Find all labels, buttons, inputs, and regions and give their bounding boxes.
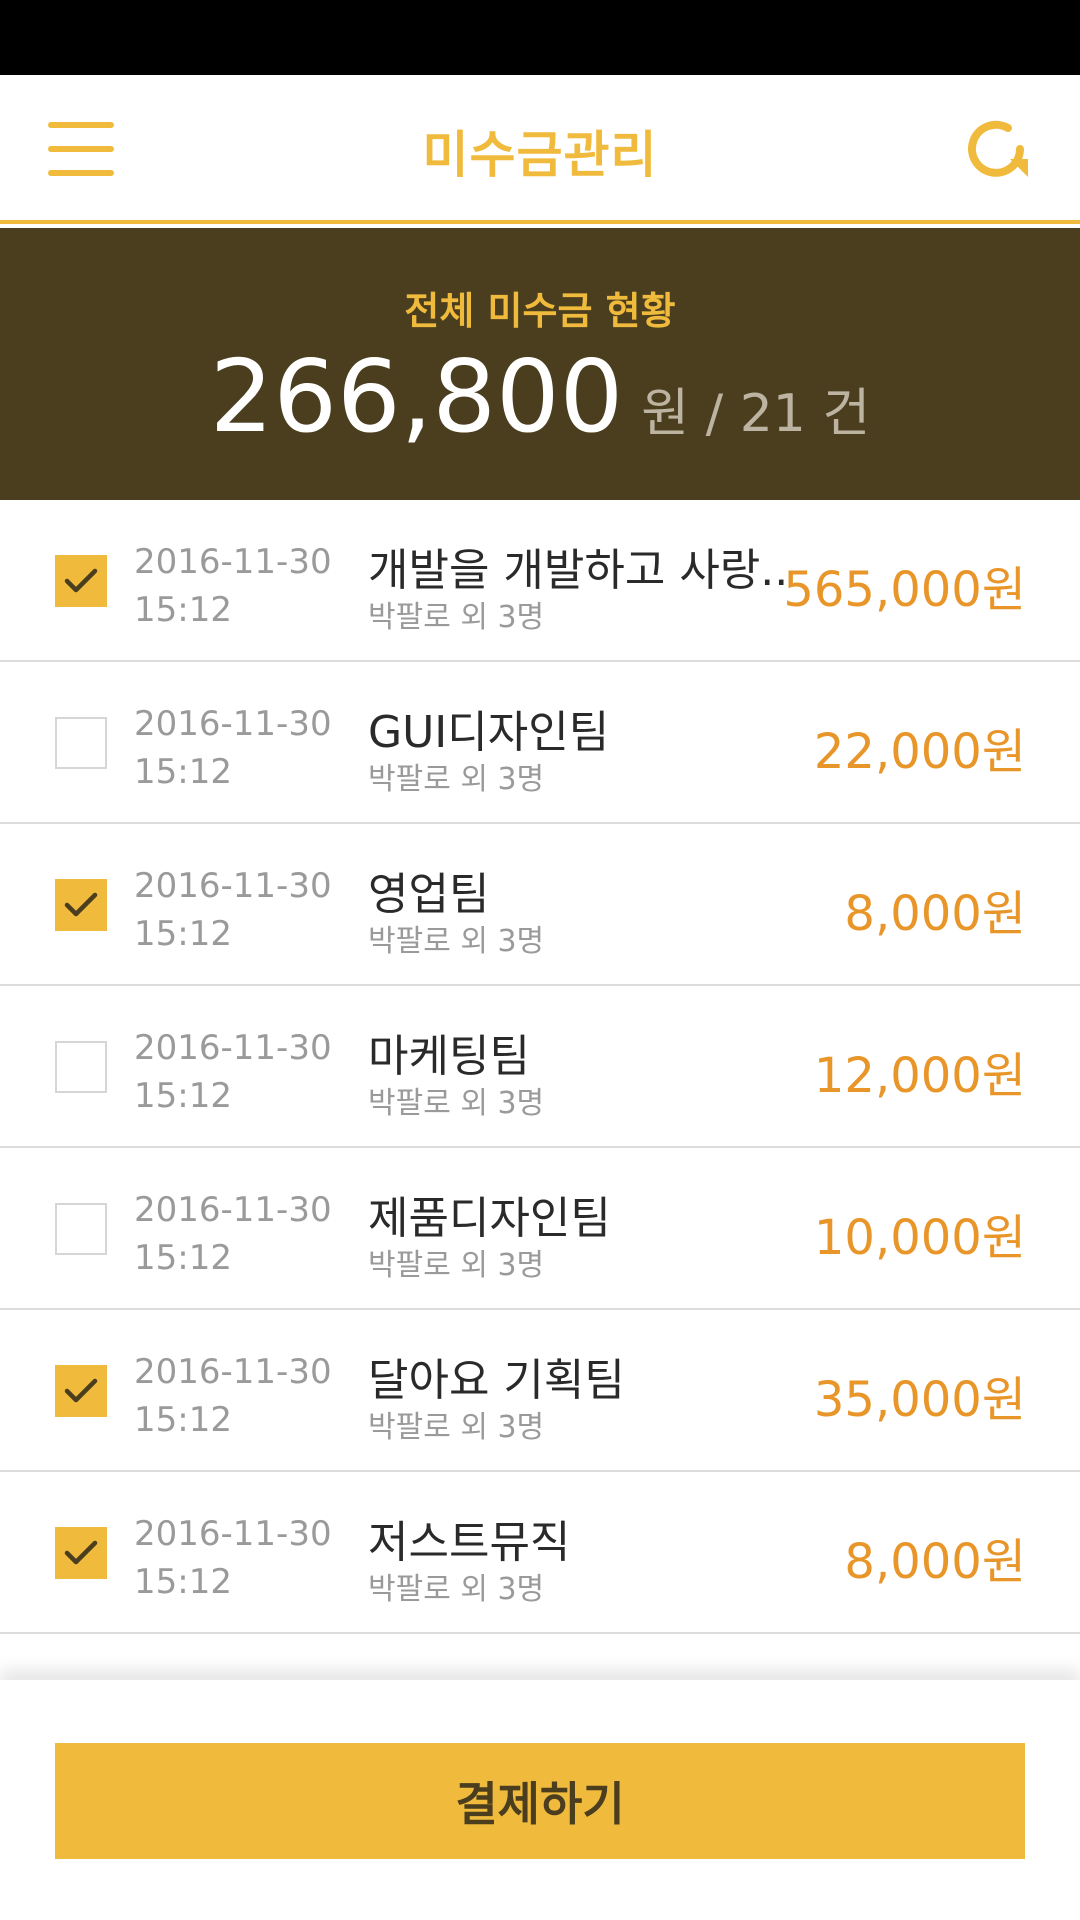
item-checkbox[interactable] — [55, 1527, 107, 1579]
item-date: 2016-11-30 — [134, 866, 332, 906]
checkmark-icon — [64, 568, 98, 593]
item-amount: 35,000원 — [813, 1372, 1026, 1428]
item-title: 영업팀 — [368, 869, 490, 920]
checkmark-icon — [64, 1378, 98, 1403]
list-item[interactable]: 2016-11-30 15:12 개발을 개발하고 사랑.. 박팔로 외 3명 565,… — [0, 500, 1080, 662]
item-date: 2016-11-30 — [134, 1190, 332, 1230]
receivables-list[interactable]: 2016-11-30 15:12 개발을 개발하고 사랑.. 박팔로 외 3명 565,… — [0, 500, 1080, 1680]
item-datetime: 2016-11-30 15:12 — [134, 1024, 332, 1120]
item-time: 15:12 — [134, 1238, 232, 1278]
item-amount: 8,000원 — [844, 1534, 1026, 1590]
item-amount: 565,000원 — [783, 562, 1026, 618]
item-date: 2016-11-30 — [134, 1672, 332, 1680]
refresh-icon[interactable] — [962, 113, 1034, 185]
item-members: 박팔로 외 3명 — [368, 1086, 545, 1121]
item-checkbox[interactable] — [55, 1041, 107, 1093]
list-item[interactable]: 2016-11-30 15:12 GUI디자인팀박팔로 외 3명 22,000원 — [0, 662, 1080, 824]
checkmark-icon — [64, 892, 98, 917]
item-checkbox[interactable] — [55, 717, 107, 769]
item-datetime: 2016-11-3015:12 — [134, 1672, 332, 1680]
bottom-action-bar: 결제하기 — [0, 1680, 1080, 1920]
item-time: 15:12 — [134, 1076, 232, 1116]
item-members: 박팔로 외 3명 — [368, 762, 545, 797]
item-date: 2016-11-30 — [134, 1028, 332, 1068]
item-time: 15:12 — [134, 914, 232, 954]
item-checkbox[interactable] — [55, 1365, 107, 1417]
item-title: 제품디자인팀 — [368, 1193, 611, 1244]
status-bar — [0, 0, 1080, 75]
app-header: 미수금관리 — [0, 75, 1080, 224]
item-members: 박팔로 외 3명 — [368, 1572, 545, 1607]
item-title: 마케팅팀 — [368, 1031, 530, 1082]
item-time: 15:12 — [134, 752, 232, 792]
item-date: 2016-11-30 — [134, 1514, 332, 1554]
item-checkbox[interactable] — [55, 879, 107, 931]
list-item[interactable]: 2016-11-3015:12개발을 개발하고 개발박팔로 외 3명 — [0, 1634, 1080, 1680]
item-checkbox[interactable] — [55, 555, 107, 607]
item-time: 15:12 — [134, 1400, 232, 1440]
item-title: 달아요 기획팀 — [368, 1355, 625, 1406]
item-datetime: 2016-11-30 15:12 — [134, 862, 332, 958]
item-members: 박팔로 외 3명 — [368, 1248, 545, 1283]
item-datetime: 2016-11-30 15:12 — [134, 1510, 332, 1606]
list-item[interactable]: 2016-11-30 15:12 저스트뮤직박팔로 외 3명 8,000원 — [0, 1472, 1080, 1634]
summary-unit: 원 / 21 건 — [641, 384, 871, 444]
list-item[interactable]: 2016-11-30 15:12 마케팅팀박팔로 외 3명 12,000원 — [0, 986, 1080, 1148]
item-checkbox[interactable] — [55, 1203, 107, 1255]
item-amount: 10,000원 — [813, 1210, 1026, 1266]
item-members: 박팔로 외 3명 — [368, 1410, 545, 1445]
item-amount: 12,000원 — [813, 1048, 1026, 1104]
summary-total: 266,800 원 / 21 건 — [0, 338, 1080, 455]
list-item[interactable]: 2016-11-30 15:12 달아요 기획팀박팔로 외 3명 35,000원 — [0, 1310, 1080, 1472]
item-datetime: 2016-11-30 15:12 — [134, 700, 332, 796]
item-date: 2016-11-30 — [134, 542, 332, 582]
list-item[interactable]: 2016-11-30 15:12 영업팀박팔로 외 3명 8,000원 — [0, 824, 1080, 986]
item-members: 박팔로 외 3명 — [368, 600, 545, 635]
item-time: 15:12 — [134, 1562, 232, 1602]
item-title: 개발을 개발하고 사랑.. — [368, 545, 788, 596]
item-datetime: 2016-11-30 15:12 — [134, 1186, 332, 1282]
pay-button[interactable]: 결제하기 — [55, 1743, 1025, 1859]
summary-label: 전체 미수금 현황 — [404, 289, 676, 333]
item-title: 개발을 개발하고 개발 — [368, 1668, 788, 1680]
item-date: 2016-11-30 — [134, 704, 332, 744]
item-datetime: 2016-11-30 15:12 — [134, 1348, 332, 1444]
item-members: 박팔로 외 3명 — [368, 924, 545, 959]
summary-panel: 전체 미수금 현황 266,800 원 / 21 건 — [0, 228, 1080, 500]
item-amount: 22,000원 — [813, 724, 1026, 780]
page-title: 미수금관리 — [422, 126, 658, 184]
summary-amount: 266,800 — [209, 338, 624, 455]
item-time: 15:12 — [134, 590, 232, 630]
list-item[interactable]: 2016-11-30 15:12 제품디자인팀박팔로 외 3명 10,000원 — [0, 1148, 1080, 1310]
item-amount: 8,000원 — [844, 886, 1026, 942]
checkmark-icon — [64, 1540, 98, 1565]
item-title: 저스트뮤직 — [368, 1517, 571, 1568]
item-datetime: 2016-11-30 15:12 — [134, 538, 332, 634]
item-date: 2016-11-30 — [134, 1352, 332, 1392]
item-title: GUI디자인팀 — [368, 707, 610, 758]
